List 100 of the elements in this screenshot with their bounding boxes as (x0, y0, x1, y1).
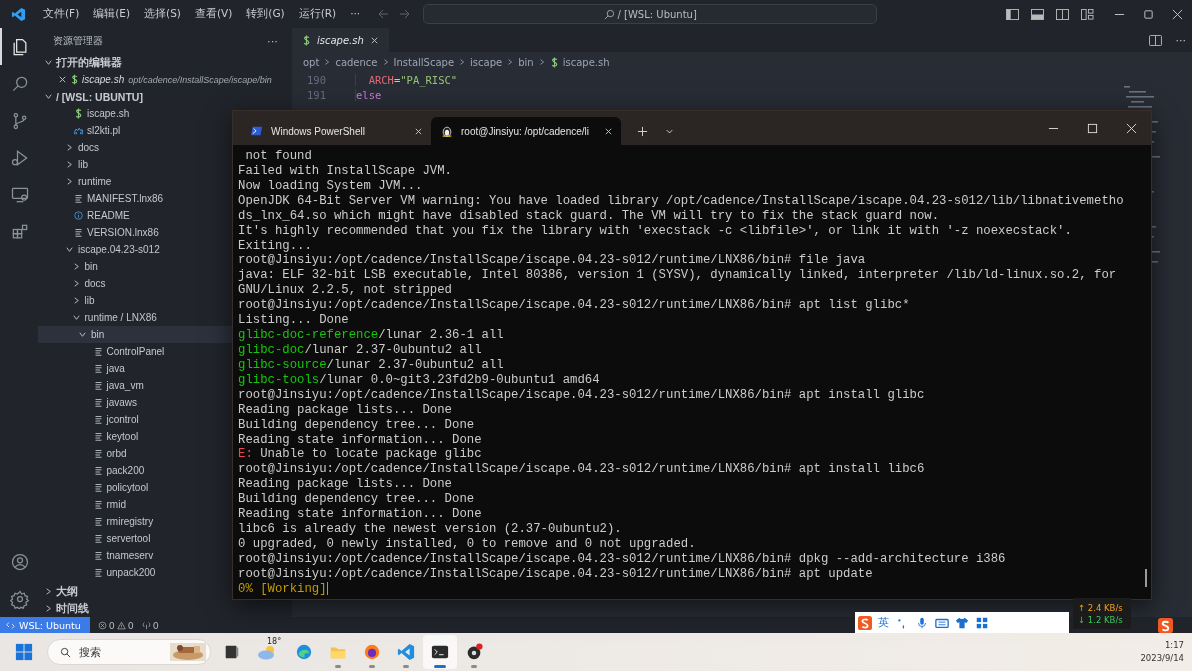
text-file-icon (93, 380, 103, 391)
terminal-icon[interactable] (431, 643, 449, 661)
tree-item[interactable]: sl2kti.pl (38, 122, 232, 139)
back-arrow-icon[interactable] (377, 8, 390, 20)
code-editor-icon[interactable] (397, 643, 415, 661)
record-icon[interactable] (465, 643, 483, 661)
menu-item[interactable]: 转到(G) (239, 5, 292, 23)
chevron-icon (44, 58, 53, 67)
close-icon[interactable] (604, 126, 613, 136)
tree-item[interactable]: javaws (38, 394, 232, 411)
terminal-tab[interactable]: Windows PowerShell (241, 117, 431, 145)
new-tab-icon[interactable] (637, 126, 648, 137)
tree-item[interactable]: rmiregistry (38, 513, 232, 530)
more-actions[interactable]: ··· (267, 35, 278, 47)
tree-item[interactable]: docs (38, 275, 232, 292)
tree-item[interactable]: pack200 (38, 462, 232, 479)
tree-item[interactable]: lib (38, 156, 232, 173)
microphone-icon[interactable] (915, 615, 929, 630)
terminal-line: Listing... Done (238, 313, 350, 329)
section-header[interactable]: 时间线 (38, 600, 232, 617)
tree-item[interactable]: lib (38, 292, 232, 309)
breadcrumb-item[interactable]: iscape (470, 56, 503, 68)
breadcrumb-item[interactable]: bin (518, 56, 534, 68)
menu-item[interactable]: 编辑(E) (86, 5, 138, 23)
menu-item[interactable]: 选择(S) (137, 5, 188, 23)
section-header[interactable]: / [WSL: UBUNTU] (38, 88, 292, 105)
tree-item[interactable]: VERSION.lnx86 (38, 224, 232, 241)
terminal-line: root@Jinsiyu:/opt/cadence/InstallScape/iscape.04.23-s012/runtime/LNX86/bin# apt list glibc* (238, 298, 911, 314)
tree-item[interactable]: iscape.sh (38, 105, 232, 122)
split-editor-icon[interactable] (1148, 34, 1162, 46)
restore-icon[interactable] (1143, 8, 1154, 20)
shirt-icon[interactable] (955, 615, 969, 630)
close-icon[interactable] (414, 126, 423, 136)
command-center[interactable]: / [WSL: Ubuntu] (423, 4, 878, 24)
error-icon (97, 620, 107, 630)
text-file-icon (93, 567, 103, 578)
panel-layout-icon[interactable] (1031, 8, 1044, 20)
tree-item[interactable]: policytool (38, 479, 232, 496)
split-layout-icon[interactable] (1056, 8, 1069, 20)
input-method-logo-icon[interactable] (858, 615, 872, 630)
tree-item[interactable]: java (38, 360, 232, 377)
tree-item[interactable]: servertool (38, 530, 232, 547)
breadcrumb-item[interactable]: cadence (335, 56, 378, 68)
breadcrumb-item[interactable]: iscape.sh (562, 56, 610, 68)
tree-item[interactable]: tnameserv (38, 547, 232, 564)
text-file-icon (93, 397, 103, 408)
terminal-tab[interactable]: root@Jinsiyu: /opt/cadence/li (431, 117, 621, 145)
tree-item[interactable]: ControlPanel (38, 343, 232, 360)
section-header[interactable]: 打开的编辑器 (38, 54, 292, 71)
problems-indicator[interactable]: 0 0 (97, 619, 134, 631)
terminal-line: It's highly recommended that you fix the library with 'execstack -c <libfile>', or link it with '-z noexecstack'. (238, 223, 1073, 239)
editor-tab[interactable]: iscape.sh (292, 28, 389, 52)
tree-item[interactable]: MANIFEST.lnx86 (38, 190, 232, 207)
chevron-icon (506, 58, 515, 66)
settings-icon[interactable] (10, 588, 30, 609)
account-icon[interactable] (10, 551, 30, 572)
browser-icon[interactable] (363, 643, 381, 661)
menu-item[interactable]: ··· (343, 5, 368, 23)
chevron-icon (44, 92, 53, 101)
open-editor-item[interactable]: iscape.sh (82, 74, 125, 85)
tree-item[interactable]: java_vm (38, 377, 232, 394)
input-mode[interactable]: 英 (878, 615, 889, 630)
tree-item[interactable]: jcontrol (38, 411, 232, 428)
tree-item[interactable]: unpack200 (38, 564, 232, 581)
tree-item[interactable]: README (38, 207, 232, 224)
ports-indicator[interactable]: 0 (141, 619, 159, 631)
close-icon[interactable] (58, 75, 67, 84)
tree-item[interactable]: bin (38, 326, 232, 343)
tree-item[interactable]: docs (38, 139, 232, 156)
tree-item[interactable]: runtime / LNX86 (38, 309, 232, 326)
tree-item[interactable]: rmid (38, 496, 232, 513)
text-file-icon (74, 227, 83, 238)
breadcrumb-item[interactable]: InstallScape (393, 56, 455, 68)
close-icon[interactable] (1126, 123, 1137, 134)
tree-item[interactable]: keytool (38, 428, 232, 445)
tree-item[interactable]: iscape.04.23-s012 (38, 241, 232, 258)
menu-item[interactable]: 查看(V) (187, 5, 240, 23)
menu-item[interactable]: 运行(R) (291, 5, 344, 23)
start-icon[interactable] (15, 643, 33, 661)
search-field[interactable]: 搜索 (47, 639, 211, 665)
remote-indicator[interactable]: WSL: Ubuntu (0, 617, 90, 633)
tree-item[interactable]: bin (38, 258, 232, 275)
more-actions[interactable]: ··· (1175, 33, 1186, 47)
section-header[interactable]: 大纲 (38, 583, 232, 600)
input-method-logo-icon[interactable] (1158, 618, 1173, 633)
close-icon[interactable] (1172, 8, 1183, 20)
grid-icon[interactable] (975, 615, 989, 630)
tree-item[interactable]: orbd (38, 445, 232, 462)
forward-arrow-icon[interactable] (399, 8, 412, 20)
tree-item[interactable]: runtime (38, 173, 232, 190)
terminal-line: glibc-tools/lunar 0.0~git3.23fd2b9-0ubuntu1 amd64 (238, 372, 601, 388)
sidebar-layout-icon[interactable] (1006, 8, 1019, 20)
custom-layout-icon[interactable] (1081, 8, 1094, 20)
browser-icon[interactable] (295, 643, 313, 661)
maximize-icon[interactable] (1087, 123, 1098, 134)
breadcrumb-item[interactable]: opt (303, 56, 320, 68)
menu-item[interactable]: 文件(F) (36, 5, 87, 23)
task-view-icon[interactable] (223, 643, 241, 661)
close-icon[interactable] (369, 35, 379, 45)
download-speed: ↓ 1.2 KB/s (1078, 613, 1124, 626)
